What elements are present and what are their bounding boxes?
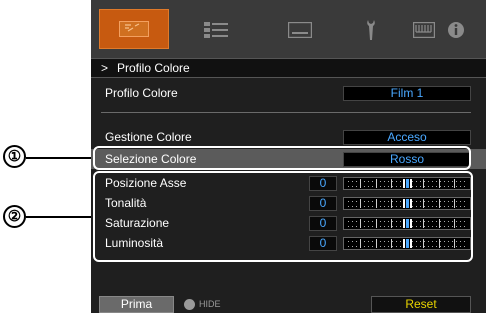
- installation-icon: [288, 22, 312, 38]
- picture-adjust-icon: [119, 21, 149, 37]
- row-gestione-colore[interactable]: Gestione Colore Acceso: [91, 127, 486, 147]
- tab-information[interactable]: [431, 15, 481, 45]
- hide-label: HIDE: [199, 299, 221, 309]
- input-settings-icon: [204, 21, 228, 39]
- gestione-colore-value[interactable]: Acceso: [343, 130, 471, 145]
- reset-button[interactable]: Reset: [371, 296, 471, 313]
- breadcrumb-chevron: >: [101, 61, 109, 75]
- callout-2-outline: [93, 171, 473, 262]
- row-label: Gestione Colore: [105, 130, 192, 144]
- projector-menu-screen: > Profilo Colore Profilo Colore Film 1 Ge…: [91, 0, 486, 313]
- menu-tab-bar: [91, 0, 486, 58]
- tab-input-settings[interactable]: [191, 15, 241, 45]
- callout-2: ②: [3, 205, 26, 228]
- callout-1-line: [26, 157, 96, 159]
- hide-button-icon[interactable]: [184, 299, 195, 310]
- prima-button[interactable]: Prima: [99, 296, 174, 313]
- submenu-header: > Profilo Colore: [91, 58, 486, 78]
- tab-picture-adjust[interactable]: [99, 9, 169, 49]
- tab-installation[interactable]: [275, 15, 325, 45]
- submenu-title: Profilo Colore: [117, 61, 190, 75]
- tab-function[interactable]: [346, 15, 396, 45]
- callout-1: ①: [3, 145, 26, 168]
- row-profilo-colore[interactable]: Profilo Colore Film 1: [91, 83, 486, 103]
- function-icon: [365, 19, 377, 41]
- profilo-colore-value[interactable]: Film 1: [343, 86, 471, 101]
- callout-1-outline: [93, 146, 471, 170]
- information-icon: [447, 21, 465, 39]
- callout-2-line: [26, 216, 96, 218]
- section-divider: [101, 112, 471, 113]
- row-label: Profilo Colore: [105, 86, 178, 100]
